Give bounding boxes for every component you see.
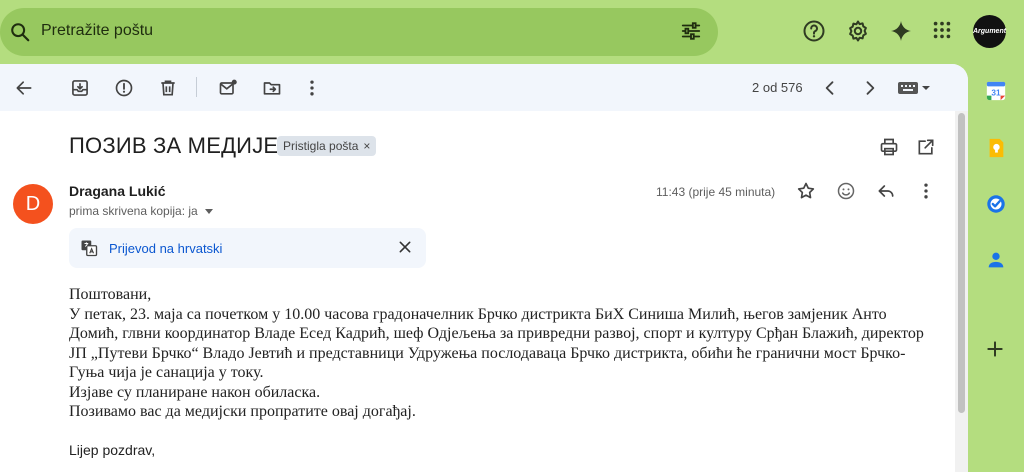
recipient-text: prima skrivena kopija: ja	[69, 204, 198, 218]
scrollbar-thumb[interactable]	[958, 113, 965, 413]
archive-icon[interactable]	[70, 78, 90, 98]
translate-icon	[81, 240, 98, 257]
keyboard-icon[interactable]	[897, 80, 933, 96]
sparkle-icon[interactable]	[889, 19, 913, 43]
apps-grid-icon[interactable]	[931, 19, 953, 41]
message-toolbar: 2 od 576	[0, 64, 968, 111]
keep-icon[interactable]	[985, 137, 1007, 159]
mark-unread-icon[interactable]	[218, 78, 238, 98]
sender-avatar: D	[13, 184, 53, 224]
account-avatar[interactable]: Argument	[973, 15, 1006, 48]
report-spam-icon[interactable]	[114, 78, 134, 98]
chevron-right-icon[interactable]	[860, 78, 880, 98]
scrollbar[interactable]	[955, 111, 968, 472]
body-line: Изјаве су планиране након обиласка.	[69, 383, 321, 401]
chevron-left-icon[interactable]	[820, 78, 840, 98]
label-chip[interactable]: Pristigla pošta ×	[277, 136, 377, 156]
body-line: Гуња чија је санација у току.	[69, 364, 264, 381]
tasks-icon[interactable]	[985, 193, 1007, 215]
more-vert-icon[interactable]	[916, 181, 936, 201]
recipient-details[interactable]: prima skrivena kopija: ja	[69, 204, 213, 218]
more-vert-icon[interactable]	[302, 78, 322, 98]
mail-panel: 2 od 576 ПОЗИВ ЗА МЕДИЈЕ Pristigla pošta…	[0, 64, 968, 472]
move-to-icon[interactable]	[262, 78, 282, 98]
label-remove-icon[interactable]: ×	[363, 139, 370, 153]
contacts-icon[interactable]	[985, 249, 1007, 271]
email-subject: ПОЗИВ ЗА МЕДИЈЕ	[69, 133, 279, 158]
body-line: ЈП „Путеви Брчко“ Владо Јевтић и предста…	[69, 344, 906, 362]
label-chip-text: Pristigla pošta	[283, 139, 359, 153]
body-line: Позивамо вас да медијски пропратите овај…	[69, 403, 416, 420]
svg-text:31: 31	[991, 89, 1001, 98]
gear-icon[interactable]	[846, 19, 870, 43]
caret-down-icon[interactable]	[204, 209, 213, 215]
back-arrow-icon[interactable]	[14, 78, 34, 98]
sender-name[interactable]: Dragana Lukić	[69, 183, 165, 199]
body-line: У петак, 23. маја са почетком у 10.00 ча…	[69, 305, 887, 323]
search-icon[interactable]	[9, 21, 31, 43]
search-bar[interactable]: Pretražite poštu	[0, 8, 718, 56]
email-body: Поштовани, У петак, 23. маја са почетком…	[69, 285, 949, 422]
close-icon[interactable]	[398, 240, 412, 254]
open-new-window-icon[interactable]	[916, 137, 936, 157]
pagination-counter: 2 od 576	[752, 80, 803, 95]
emoji-reaction-icon[interactable]	[836, 181, 856, 201]
body-line: Домић, глвни координатор Владе Есед Кадр…	[69, 325, 924, 342]
reply-icon[interactable]	[876, 181, 896, 201]
delete-icon[interactable]	[158, 78, 178, 98]
print-icon[interactable]	[879, 137, 899, 157]
help-icon[interactable]	[802, 19, 826, 43]
calendar-icon[interactable]: 31	[985, 80, 1007, 102]
email-time: 11:43 (prije 45 minuta)	[656, 185, 776, 199]
search-input[interactable]: Pretražite poštu	[41, 22, 153, 40]
translate-banner: Prijevod na hrvatski	[69, 228, 426, 268]
message-view: ПОЗИВ ЗА МЕДИЈЕ Pristigla pošta × D Draga…	[0, 111, 955, 472]
search-options-icon[interactable]	[680, 20, 702, 42]
add-icon[interactable]	[985, 339, 1005, 359]
toolbar-divider	[196, 77, 197, 97]
email-signoff: Lijep pozdrav,	[69, 442, 156, 458]
star-icon[interactable]	[796, 181, 816, 201]
translate-link[interactable]: Prijevod na hrvatski	[109, 241, 222, 256]
body-line: Поштовани,	[69, 286, 152, 303]
